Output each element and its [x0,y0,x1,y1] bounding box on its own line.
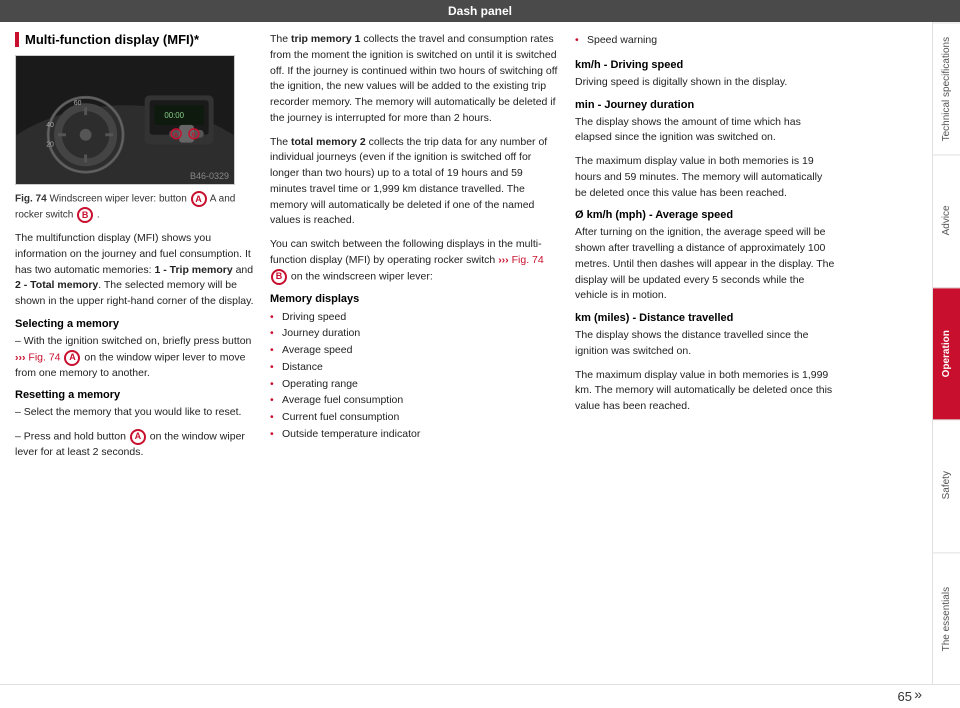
fig-caption-dot: . [97,210,100,221]
svg-text:60: 60 [74,100,82,107]
image-ref: B46-0329 [190,171,229,181]
list-item: Current fuel consumption [270,409,560,426]
circle-a-fig: A [191,191,207,207]
circle-b-switch: B [271,269,287,285]
content-area: Multi-function display (MFI)* [0,22,932,684]
selecting-fig: Fig. 74 [28,351,60,363]
svg-text:B: B [191,133,195,139]
page-wrapper: Dash panel Multi-function display (MFI)* [0,0,960,708]
fig-caption: Fig. 74 Windscreen wiper lever: button A… [15,191,255,223]
reset-step1: – Select the memory that you would like … [15,405,255,421]
list-item: Journey duration [270,325,560,342]
trip-memory-para: The trip memory 1 collects the travel an… [270,32,560,127]
arrows-right: » [914,686,922,702]
switch-text: You can switch between the following dis… [270,237,560,285]
list-item: Distance [270,359,560,376]
km-text2: The maximum display value in both memori… [575,368,835,415]
min-text: The display shows the amount of time whi… [575,115,835,147]
min-heading: min - Journey duration [575,99,835,111]
right-sidebar: Technical specifications Advice Operatio… [932,22,960,684]
selecting-text: – With the ignition switched on, briefly… [15,334,255,382]
sidebar-tab-essentials[interactable]: The essentials [933,552,960,684]
list-item: Outside temperature indicator [270,426,560,443]
km-heading: km (miles) - Distance travelled [575,312,835,324]
middle-column: The trip memory 1 collects the travel an… [270,32,560,674]
list-item: Driving speed [270,309,560,326]
body-intro: The multifunction display (MFI) shows yo… [15,231,255,310]
list-item: Average speed [270,342,560,359]
main-content: Multi-function display (MFI)* [0,22,960,684]
right-column: Speed warning km/h - Driving speed Drivi… [575,32,835,674]
sidebar-tab-safety[interactable]: Safety [933,419,960,551]
list-item: Average fuel consumption [270,392,560,409]
kmh-heading: km/h - Driving speed [575,59,835,71]
speed-warning-item: Speed warning [575,32,835,49]
sidebar-tab-advice[interactable]: Advice [933,154,960,286]
circle-a-select: A [64,350,80,366]
memory-displays-heading: Memory displays [270,293,560,305]
min-text2: The maximum display value in both memori… [575,154,835,201]
sidebar-tab-operation[interactable]: Operation [933,287,960,419]
circle-b-fig: B [77,207,93,223]
sidebar-tab-technical[interactable]: Technical specifications [933,22,960,154]
svg-text:00:00: 00:00 [164,111,184,120]
left-column: Multi-function display (MFI)* [15,32,255,674]
page-footer: » 65 [0,684,960,708]
car-image: 60 40 20 00:00 A [15,55,235,185]
svg-text:40: 40 [46,122,54,129]
km-text: The display shows the distance travelled… [575,328,835,360]
circle-a-reset: A [130,429,146,445]
section-title: Multi-function display (MFI)* [15,32,255,47]
page-number: 65 [898,689,912,704]
selecting-arrow: ››› [15,351,26,363]
fig-caption-text: Windscreen wiper lever: button [49,194,186,205]
top-bar-title: Dash panel [448,4,512,18]
reset-step2: – Press and hold button A on the window … [15,429,255,461]
avg-heading: Ø km/h (mph) - Average speed [575,209,835,221]
resetting-heading: Resetting a memory [15,389,255,401]
list-item: Operating range [270,376,560,393]
svg-text:20: 20 [46,142,54,149]
fig-number: Fig. 74 [15,194,47,205]
speed-warning-list: Speed warning [575,32,835,49]
svg-text:A: A [174,133,179,139]
memory-displays-list: Driving speed Journey duration Average s… [270,309,560,443]
total-memory-para: The total memory 2 collects the trip dat… [270,135,560,230]
kmh-text: Driving speed is digitally shown in the … [575,75,835,91]
top-bar: Dash panel [0,0,960,22]
selecting-heading: Selecting a memory [15,318,255,330]
avg-text: After turning on the ignition, the avera… [575,225,835,304]
